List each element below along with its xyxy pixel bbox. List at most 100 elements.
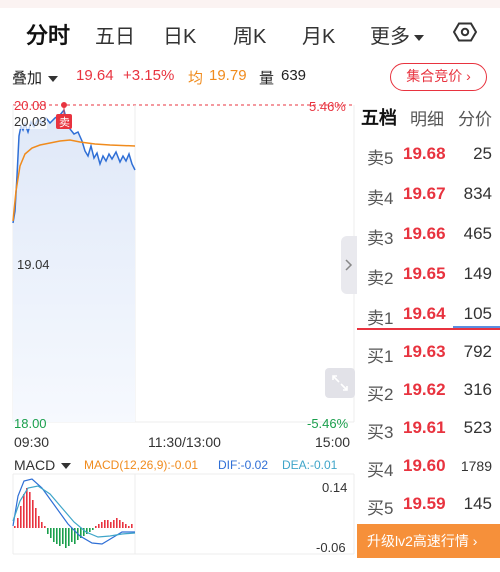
avg-value: 19.79 [209, 67, 247, 84]
order-book-panel: 五档 明细 分价 卖5 19.68 25 卖4 19.67 834 卖3 19.66 465 卖2… [357, 96, 500, 572]
macd-bar [131, 524, 133, 528]
tab-more-label: 更多 [370, 26, 410, 48]
macd-bar [56, 528, 58, 544]
macd-bar [101, 522, 103, 528]
chevron-down-icon [48, 76, 59, 83]
chevron-right-icon [345, 259, 353, 271]
level-price: 19.64 [403, 304, 446, 323]
bid-row[interactable]: 买3 19.61 523 [357, 408, 500, 448]
level-volume: 145 [463, 494, 492, 513]
time-start-label: 09:30 [14, 434, 50, 450]
macd-bar [50, 528, 52, 538]
macd-bar [71, 528, 73, 542]
tab-more[interactable]: 更多 [370, 20, 424, 49]
macd-bar [47, 528, 49, 534]
ask-row[interactable]: 卖2 19.65 149 [357, 254, 500, 294]
level-volume: 792 [463, 342, 492, 361]
tab-weekly-k[interactable]: 周K [233, 20, 266, 49]
macd-bar [26, 488, 28, 528]
time-end-label: 15:00 [315, 434, 351, 450]
bid-row[interactable]: 买5 19.59 145 [357, 484, 500, 524]
overlay-selector[interactable]: 叠加 [12, 67, 59, 88]
bid-row[interactable]: 买4 19.60 1789 [357, 446, 500, 486]
macd-bar [110, 522, 112, 528]
tab-details[interactable]: 明细 [410, 105, 444, 130]
macd-bar [62, 528, 64, 544]
level-label: 卖2 [367, 269, 394, 288]
dif-value: DIF:-0.02 [218, 458, 269, 472]
macd-bar [98, 524, 100, 528]
ask-row[interactable]: 卖4 19.67 834 [357, 174, 500, 214]
macd-bar [116, 518, 118, 528]
macd-bar [95, 526, 97, 528]
tab-intraday[interactable]: 分时 [26, 18, 70, 50]
pct-low-label: -5.46% [307, 416, 349, 431]
period-tabs: 分时 五日 日K 周K 月K 更多 [0, 8, 500, 58]
call-auction-label: 集合竞价 [406, 68, 463, 84]
price-high-label: 20.08 [14, 98, 47, 113]
ask-row[interactable]: 卖3 19.66 465 [357, 214, 500, 254]
level-volume: 1789 [460, 458, 492, 474]
macd-high-label: 0.14 [322, 480, 348, 495]
macd-histogram [14, 488, 133, 548]
collapse-panel-handle[interactable] [341, 236, 357, 294]
level-label: 买2 [367, 385, 394, 404]
level-price: 19.66 [403, 224, 446, 243]
tab-five-levels[interactable]: 五档 [361, 104, 397, 130]
fullscreen-expand-icon[interactable] [325, 368, 355, 398]
level-volume: 316 [463, 380, 492, 399]
macd-bar [44, 526, 46, 528]
level-price: 19.61 [403, 418, 446, 437]
macd-selector[interactable]: MACD [14, 457, 72, 473]
order-book-tabs: 五档 明细 分价 [357, 96, 500, 134]
tab-price-distribution[interactable]: 分价 [458, 105, 492, 130]
level-label: 卖5 [367, 149, 394, 168]
chart-canvas [12, 102, 355, 555]
macd-bar [29, 492, 31, 528]
level-label: 卖3 [367, 229, 394, 248]
macd-bar [104, 520, 106, 528]
sell-marker-label: 卖 [59, 117, 70, 129]
pct-high-label: 5.46% [309, 99, 346, 114]
current-price: 19.64 [76, 67, 114, 84]
level-volume: 105 [463, 304, 492, 323]
macd-low-label: -0.06 [316, 540, 346, 555]
macd-bar [89, 528, 91, 532]
price-low-label: 18.00 [14, 416, 47, 431]
quote-info-bar: 叠加 19.64 +3.15% 均 19.79 量 639 集合竞价 › [0, 60, 500, 92]
intraday-chart[interactable]: 20.08 20.03 卖 5.46% 19.04 18.00 -5.46% 0… [0, 96, 357, 572]
macd-bar [59, 528, 61, 546]
upgrade-lv2-button[interactable]: 升级lv2高速行情 › [357, 524, 500, 558]
volume-value: 639 [281, 67, 307, 84]
time-mid-label: 11:30/13:00 [148, 434, 221, 450]
macd-label: MACD [14, 457, 56, 473]
macd-params: MACD(12,26,9):-0.01 [84, 458, 199, 472]
chevron-down-icon [61, 463, 72, 470]
top-strip [0, 0, 500, 8]
ask-row[interactable]: 卖5 19.68 25 [357, 134, 500, 174]
macd-bar [23, 494, 25, 528]
level-price: 19.65 [403, 264, 446, 283]
bid-row[interactable]: 买1 19.63 792 [357, 332, 500, 372]
level-price: 19.63 [403, 342, 446, 361]
tab-daily-k[interactable]: 日K [163, 20, 196, 49]
level-volume: 149 [463, 264, 492, 283]
macd-bar [92, 528, 94, 530]
overlay-label: 叠加 [12, 70, 43, 87]
volume-label: 量 [259, 70, 275, 87]
tab-monthly-k[interactable]: 月K [302, 20, 335, 49]
macd-bar [17, 518, 19, 528]
level-volume: 465 [463, 224, 492, 243]
level-price: 19.60 [403, 456, 446, 475]
macd-bar [128, 526, 130, 528]
macd-bar [65, 528, 67, 548]
upgrade-label: 升级lv2高速行情 [367, 533, 469, 549]
price-mid-label: 19.04 [17, 257, 50, 272]
call-auction-button[interactable]: 集合竞价 › [390, 63, 487, 91]
macd-bar [32, 500, 34, 528]
level-label: 买1 [367, 347, 394, 366]
settings-hexagon-icon[interactable] [452, 20, 478, 44]
tab-five-day[interactable]: 五日 [95, 20, 135, 49]
macd-bar [107, 520, 109, 528]
bid-row[interactable]: 买2 19.62 316 [357, 370, 500, 410]
